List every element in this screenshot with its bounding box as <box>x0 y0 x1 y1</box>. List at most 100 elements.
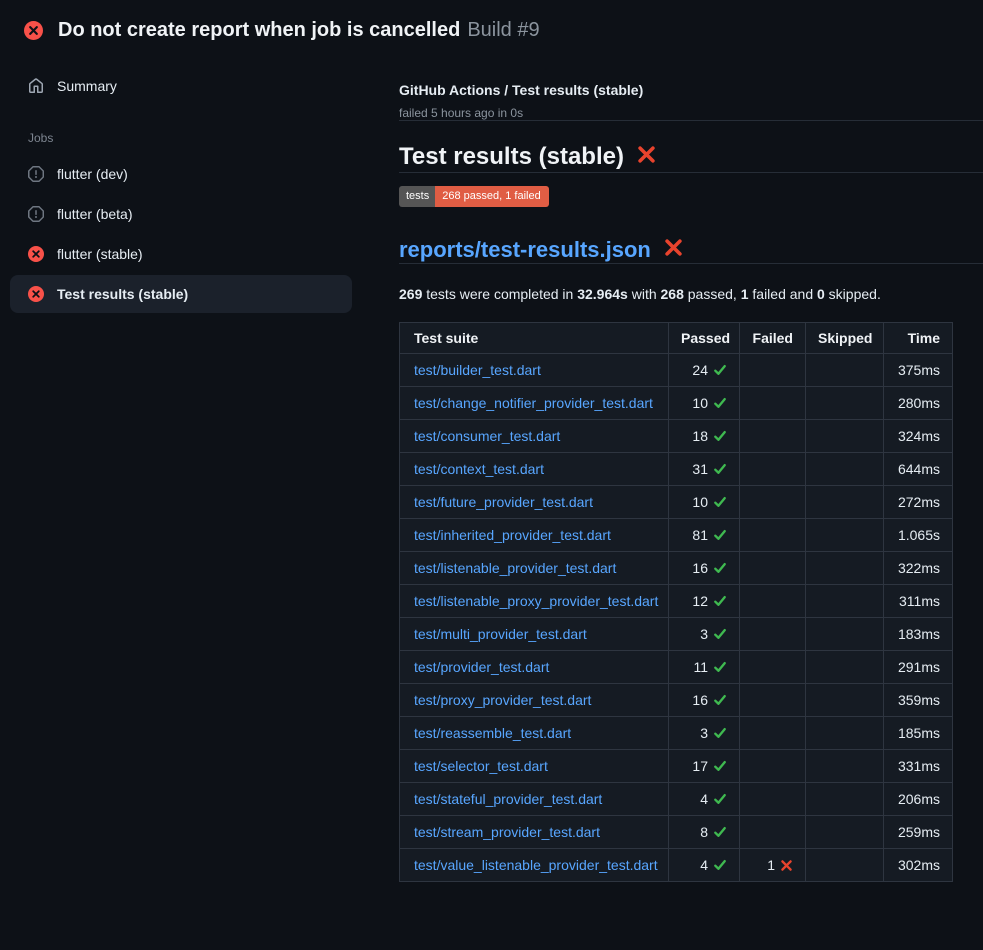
passed-cell: 3 <box>669 618 740 651</box>
check-mark-icon <box>708 725 727 741</box>
check-mark-icon <box>708 626 727 642</box>
sidebar-item-flutter-dev[interactable]: flutter (dev) <box>10 155 352 193</box>
passed-cell: 17 <box>669 750 740 783</box>
build-number: Build #9 <box>467 19 539 41</box>
time-cell: 324ms <box>884 420 953 453</box>
suite-cell: test/change_notifier_provider_test.dart <box>400 387 669 420</box>
passed-count: 4 <box>700 857 708 873</box>
time-cell: 302ms <box>884 849 953 882</box>
test-suite-link[interactable]: test/stream_provider_test.dart <box>414 824 600 840</box>
badge-label: tests <box>399 186 435 207</box>
time-cell: 206ms <box>884 783 953 816</box>
passed-cell: 3 <box>669 717 740 750</box>
skipped-cell <box>806 420 884 453</box>
table-row: test/value_listenable_provider_test.dart… <box>400 849 953 882</box>
test-suite-link[interactable]: test/value_listenable_provider_test.dart <box>414 857 658 873</box>
test-suite-link[interactable]: test/reassemble_test.dart <box>414 725 571 741</box>
test-suite-link[interactable]: test/listenable_provider_test.dart <box>414 560 616 576</box>
summary-segment: 32.964s <box>577 286 628 302</box>
skipped-cell <box>806 387 884 420</box>
skipped-cell <box>806 783 884 816</box>
table-row: test/proxy_provider_test.dart16359ms <box>400 684 953 717</box>
sidebar-item-test-results-stable[interactable]: Test results (stable) <box>10 275 352 313</box>
check-mark-icon <box>708 857 727 873</box>
test-suite-link[interactable]: test/inherited_provider_test.dart <box>414 527 611 543</box>
sidebar-item-label: Test results (stable) <box>57 285 188 303</box>
failed-cell <box>740 354 806 387</box>
test-suite-link[interactable]: test/provider_test.dart <box>414 659 549 675</box>
sidebar-item-flutter-beta[interactable]: flutter (beta) <box>10 195 352 233</box>
passed-count: 3 <box>700 626 708 642</box>
divider <box>399 263 983 264</box>
test-suite-link[interactable]: test/proxy_provider_test.dart <box>414 692 591 708</box>
check-mark-icon <box>708 824 727 840</box>
passed-count: 12 <box>692 593 708 609</box>
test-suite-link[interactable]: test/context_test.dart <box>414 461 544 477</box>
summary-segment: failed and <box>749 286 818 302</box>
time-cell: 280ms <box>884 387 953 420</box>
suite-cell: test/proxy_provider_test.dart <box>400 684 669 717</box>
skipped-cell <box>806 585 884 618</box>
failed-cell <box>740 552 806 585</box>
passed-cell: 8 <box>669 816 740 849</box>
passed-cell: 18 <box>669 420 740 453</box>
time-cell: 359ms <box>884 684 953 717</box>
stop-icon <box>28 206 44 222</box>
suite-cell: test/listenable_provider_test.dart <box>400 552 669 585</box>
home-icon <box>28 78 44 94</box>
column-header-test-suite: Test suite <box>400 323 669 354</box>
summary-segment: 269 <box>399 286 422 302</box>
build-header: Do not create report when job is cancell… <box>0 0 983 51</box>
stop-icon <box>28 166 44 182</box>
time-cell: 644ms <box>884 453 953 486</box>
test-suite-link[interactable]: test/stateful_provider_test.dart <box>414 791 602 807</box>
page-title: Do not create report when job is cancell… <box>58 17 540 43</box>
summary-segment: 268 <box>661 286 684 302</box>
test-suite-link[interactable]: test/future_provider_test.dart <box>414 494 593 510</box>
check-mark-icon <box>708 593 727 609</box>
failed-cell <box>740 750 806 783</box>
check-mark-icon <box>708 692 727 708</box>
passed-count: 10 <box>692 494 708 510</box>
test-suite-link[interactable]: test/listenable_proxy_provider_test.dart <box>414 593 658 609</box>
time-cell: 322ms <box>884 552 953 585</box>
test-suite-link[interactable]: test/consumer_test.dart <box>414 428 560 444</box>
sidebar-item-flutter-stable[interactable]: flutter (stable) <box>10 235 352 273</box>
test-suite-link[interactable]: test/change_notifier_provider_test.dart <box>414 395 653 411</box>
table-row: test/provider_test.dart11291ms <box>400 651 953 684</box>
passed-count: 24 <box>692 362 708 378</box>
skipped-cell <box>806 651 884 684</box>
table-row: test/future_provider_test.dart 10 272ms <box>400 486 953 519</box>
skipped-cell <box>806 453 884 486</box>
check-mark-icon <box>708 362 727 378</box>
check-mark-icon <box>708 395 727 411</box>
failed-cell <box>740 453 806 486</box>
check-mark-icon <box>708 758 727 774</box>
suite-cell: test/selector_test.dart <box>400 750 669 783</box>
summary-segment: skipped. <box>825 286 881 302</box>
passed-cell: 16 <box>669 552 740 585</box>
test-suite-link[interactable]: test/builder_test.dart <box>414 362 541 378</box>
suite-cell: test/stream_provider_test.dart <box>400 816 669 849</box>
passed-count: 18 <box>692 428 708 444</box>
skipped-cell <box>806 717 884 750</box>
jobs-section-label: Jobs <box>28 131 352 145</box>
suite-cell: test/value_listenable_provider_test.dart <box>400 849 669 882</box>
column-header-passed: Passed <box>669 323 740 354</box>
run-status-line: failed 5 hours ago in 0s <box>399 106 983 120</box>
passed-cell: 31 <box>669 453 740 486</box>
section-title: Test results (stable) <box>399 142 624 172</box>
check-mark-icon <box>708 428 727 444</box>
sidebar: Summary Jobs flutter (dev)flutter (beta)… <box>0 51 399 315</box>
failed-cell <box>740 684 806 717</box>
skipped-cell <box>806 519 884 552</box>
time-cell: 291ms <box>884 651 953 684</box>
passed-count: 4 <box>700 791 708 807</box>
sidebar-item-summary[interactable]: Summary <box>10 67 352 105</box>
report-file-link[interactable]: reports/test-results.json <box>399 236 651 263</box>
time-cell: 272ms <box>884 486 953 519</box>
test-suite-link[interactable]: test/selector_test.dart <box>414 758 548 774</box>
passed-cell: 10 <box>669 486 740 519</box>
test-suite-link[interactable]: test/multi_provider_test.dart <box>414 626 587 642</box>
table-row: test/builder_test.dart24375ms <box>400 354 953 387</box>
